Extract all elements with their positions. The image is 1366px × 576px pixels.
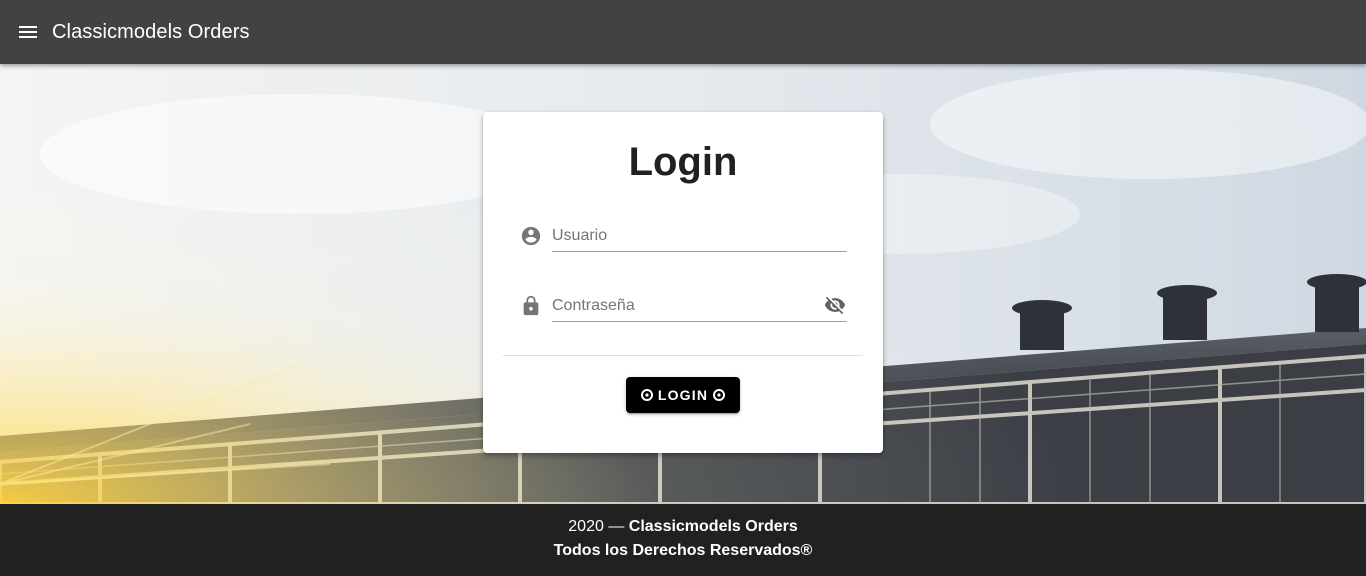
- footer-rights: Todos los Derechos Reservados®: [553, 542, 813, 559]
- lock-icon: [519, 294, 543, 318]
- menu-icon[interactable]: [0, 0, 56, 64]
- login-title: Login: [628, 140, 738, 184]
- username-field: [519, 216, 847, 256]
- password-field: [519, 286, 847, 326]
- username-input[interactable]: [552, 220, 847, 252]
- login-button-label: LOGIN: [657, 387, 709, 403]
- login-card: Login LOGIN: [483, 112, 883, 453]
- hero-background: Login LOGIN: [0, 64, 1366, 504]
- login-button[interactable]: LOGIN: [626, 377, 740, 413]
- password-input[interactable]: [552, 290, 847, 322]
- circle-small-icon: [713, 389, 726, 401]
- footer-separator: —: [608, 518, 625, 535]
- footer-year: 2020: [568, 518, 604, 535]
- card-divider: [503, 355, 863, 356]
- footer-copyright: 2020 — Classicmodels Orders: [0, 518, 1366, 536]
- app-bar: Classicmodels Orders: [0, 0, 1366, 64]
- footer-app-name: Classicmodels Orders: [628, 518, 798, 535]
- footer: 2020 — Classicmodels Orders Todos los De…: [0, 504, 1366, 576]
- app-title: Classicmodels Orders: [52, 20, 250, 43]
- circle-small-icon: [640, 389, 653, 401]
- eye-off-icon[interactable]: [823, 293, 847, 317]
- account-circle-icon: [519, 224, 543, 248]
